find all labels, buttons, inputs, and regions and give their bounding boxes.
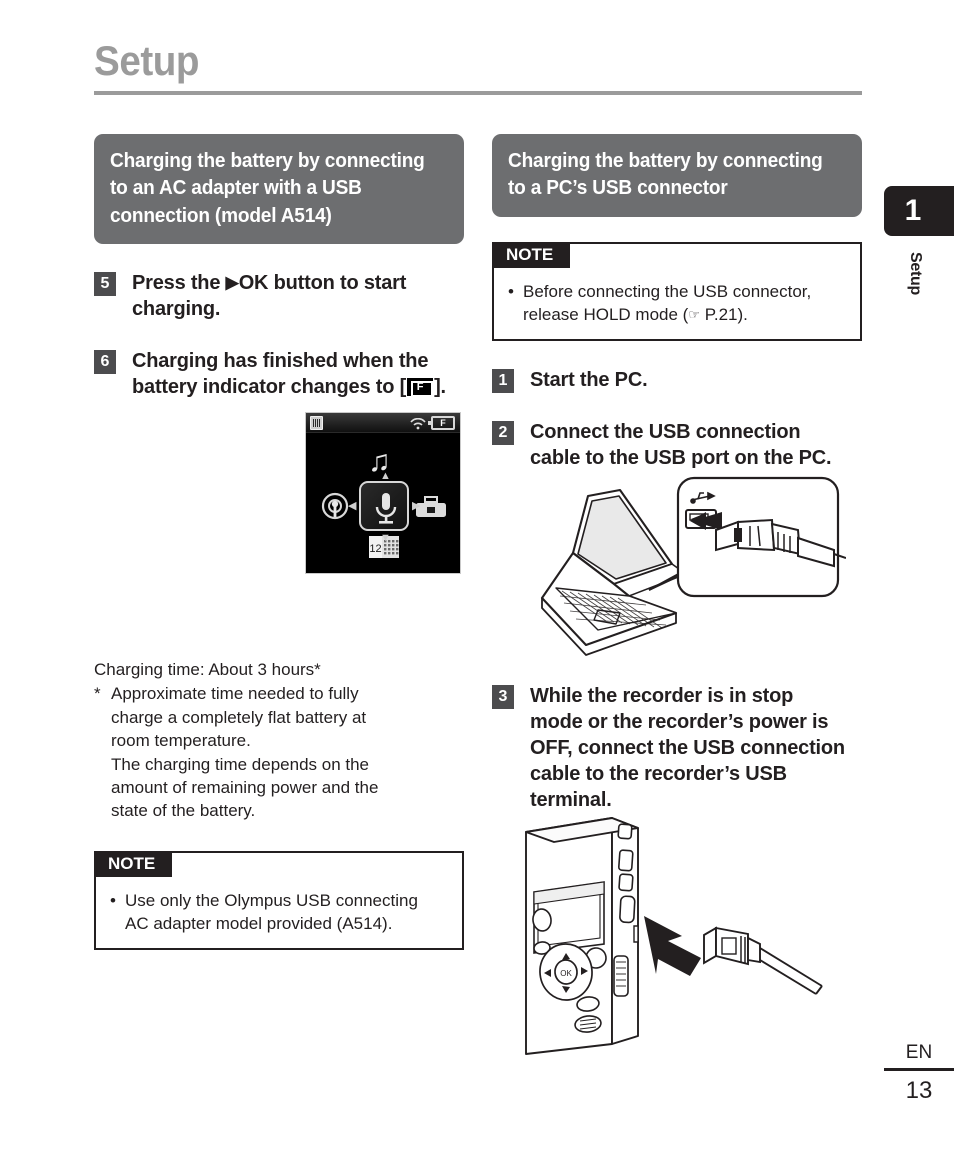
step-6-text-a: battery indicator changes to [ [132,375,407,398]
left-column: Charging the battery by connecting to an… [94,134,464,951]
chapter-tab-number: 1 [884,186,954,236]
note-box-ac-adapter: NOTE • Use only the Olympus USB connecti… [94,850,464,951]
step-text: Charging has finished when the battery i… [132,348,446,400]
note-text: Before connecting the USB connector, rel… [523,280,811,326]
laptop-usb-port-illustration [540,476,846,656]
note-line: Before connecting the USB connector, [523,281,812,301]
play-triangle-icon: ▶ [225,272,239,292]
step-6-line-2: battery indicator changes to []. [132,374,446,400]
footnote-line: state of the battery. [111,801,256,821]
section-heading-line-1: Charging the battery by connecting [110,149,425,172]
note-line: AC adapter model provided (A514). [125,914,393,934]
pointing-hand-icon: ☞ [688,306,700,322]
step-5-text-b: OK button to start [238,271,407,294]
insert-direction-arrow-icon [644,916,701,976]
step-6: 6 Charging has finished when the battery… [94,348,464,400]
step-number-badge: 5 [94,271,116,296]
step-number-badge: 3 [492,684,514,709]
step-5-line-1: Press the ▶OK button to start [132,270,406,296]
footnote-line: charge a completely flat battery at [111,707,367,727]
note-text-b: P.21). [700,304,748,324]
section-heading-line-2: to an AC adapter with a USB [110,176,362,200]
ok-button-label: OK [560,969,572,978]
footnote-marker: * [94,684,101,704]
footnote-line: Approximate time needed to fully [111,684,359,704]
note-text-a: release HOLD mode ( [523,304,689,324]
microphone-icon [375,493,397,524]
recorder-home-screen-image: F ♫ 12 ▲ ▼ ◀ ▶ [305,412,461,574]
step-number-badge: 2 [492,420,514,445]
note-line: release HOLD mode (☞ P.21). [523,303,811,326]
section-heading-ac-adapter: Charging the battery by connecting to an… [94,134,464,244]
step-text: Connect the USB connection cable to the … [530,419,832,471]
down-arrow-icon: ▼ [380,532,391,544]
charging-time-text: Charging time: About 3 hours* [94,659,321,679]
footnote-line: room temperature. [111,731,251,751]
bullet-icon: • [508,281,514,301]
memory-card-icon [310,416,323,430]
charging-footnote: * Approximate time needed to fully charg… [94,682,464,823]
step-text: Press the ▶OK button to start charging. [132,270,406,322]
note-text: Use only the Olympus USB connecting AC a… [125,889,418,935]
device-status-bar: F [306,413,460,433]
recorder-usb-terminal-illustration: OK [525,817,823,1055]
wireless-signal-icon [410,418,426,430]
left-arrow-icon: ◀ [348,500,357,512]
step-number-badge: 6 [94,349,116,374]
step-3: 3 While the recorder is in stop mode or … [492,683,862,813]
step-text: Start the PC. [530,367,648,393]
step-5: 5 Press the ▶OK button to start charging… [94,270,464,322]
step-5-line-2: charging. [132,297,221,320]
footnote-lines: Approximate time needed to fully charge … [111,682,378,823]
step-1-line-1: Start the PC. [530,368,648,391]
step-3-line-3: OFF, connect the USB connection [530,736,845,759]
step-3-line-4: cable to the recorder’s USB [530,762,787,785]
language-code: EN [905,1042,933,1063]
note-tag: NOTE [94,850,173,877]
chapter-tab-label: Setup [907,252,924,295]
page-header: Setup [94,40,862,95]
section-heading-line-1: Charging the battery by connecting [508,149,823,172]
radio-icon [321,492,349,520]
svg-text:12: 12 [369,543,381,555]
note-tag: NOTE [492,241,571,268]
page-number: 13 [905,1077,933,1104]
step-6-line-1: Charging has finished when the [132,349,429,372]
microphone-icon-selected [359,481,409,531]
section-heading-line-2: to a PC’s USB connector [508,176,728,200]
note-box-hold-mode: NOTE • Before connecting the USB connect… [492,241,862,341]
note-item: • Use only the Olympus USB connecting AC… [110,889,448,935]
step-2: 2 Connect the USB connection cable to th… [492,419,862,471]
step-3-line-1: While the recorder is in stop [530,684,794,707]
step-3-line-2: mode or the recorder’s power is [530,710,829,733]
up-arrow-icon: ▲ [380,470,391,482]
step-text: While the recorder is in stop mode or th… [530,683,845,813]
footnote-line: amount of remaining power and the [111,778,379,798]
section-heading-pc-usb: Charging the battery by connecting to a … [492,134,862,217]
device-battery-indicator: F [428,416,455,430]
charging-time-block: Charging time: About 3 hours* * Approxim… [94,658,464,823]
right-arrow-icon: ▶ [412,500,421,512]
note-line: Use only the Olympus USB connecting [125,890,418,910]
note-item: • Before connecting the USB connector, r… [508,280,846,326]
step-1: 1 Start the PC. [492,367,862,393]
page-footer: EN 13 [884,1042,954,1105]
step-2-line-1: Connect the USB connection [530,420,801,443]
step-6-text-b: ]. [434,375,446,398]
step-2-line-2: cable to the USB port on the PC. [530,446,832,469]
section-heading-line-3: connection (model A514) [110,203,332,227]
footnote-line: The charging time depends on the [111,754,370,774]
step-number-badge: 1 [492,368,514,393]
step-5-text-a: Press the [132,271,226,294]
bullet-icon: • [110,890,116,910]
title-divider [94,91,862,95]
battery-full-icon [407,377,434,397]
page-title: Setup [94,37,200,84]
